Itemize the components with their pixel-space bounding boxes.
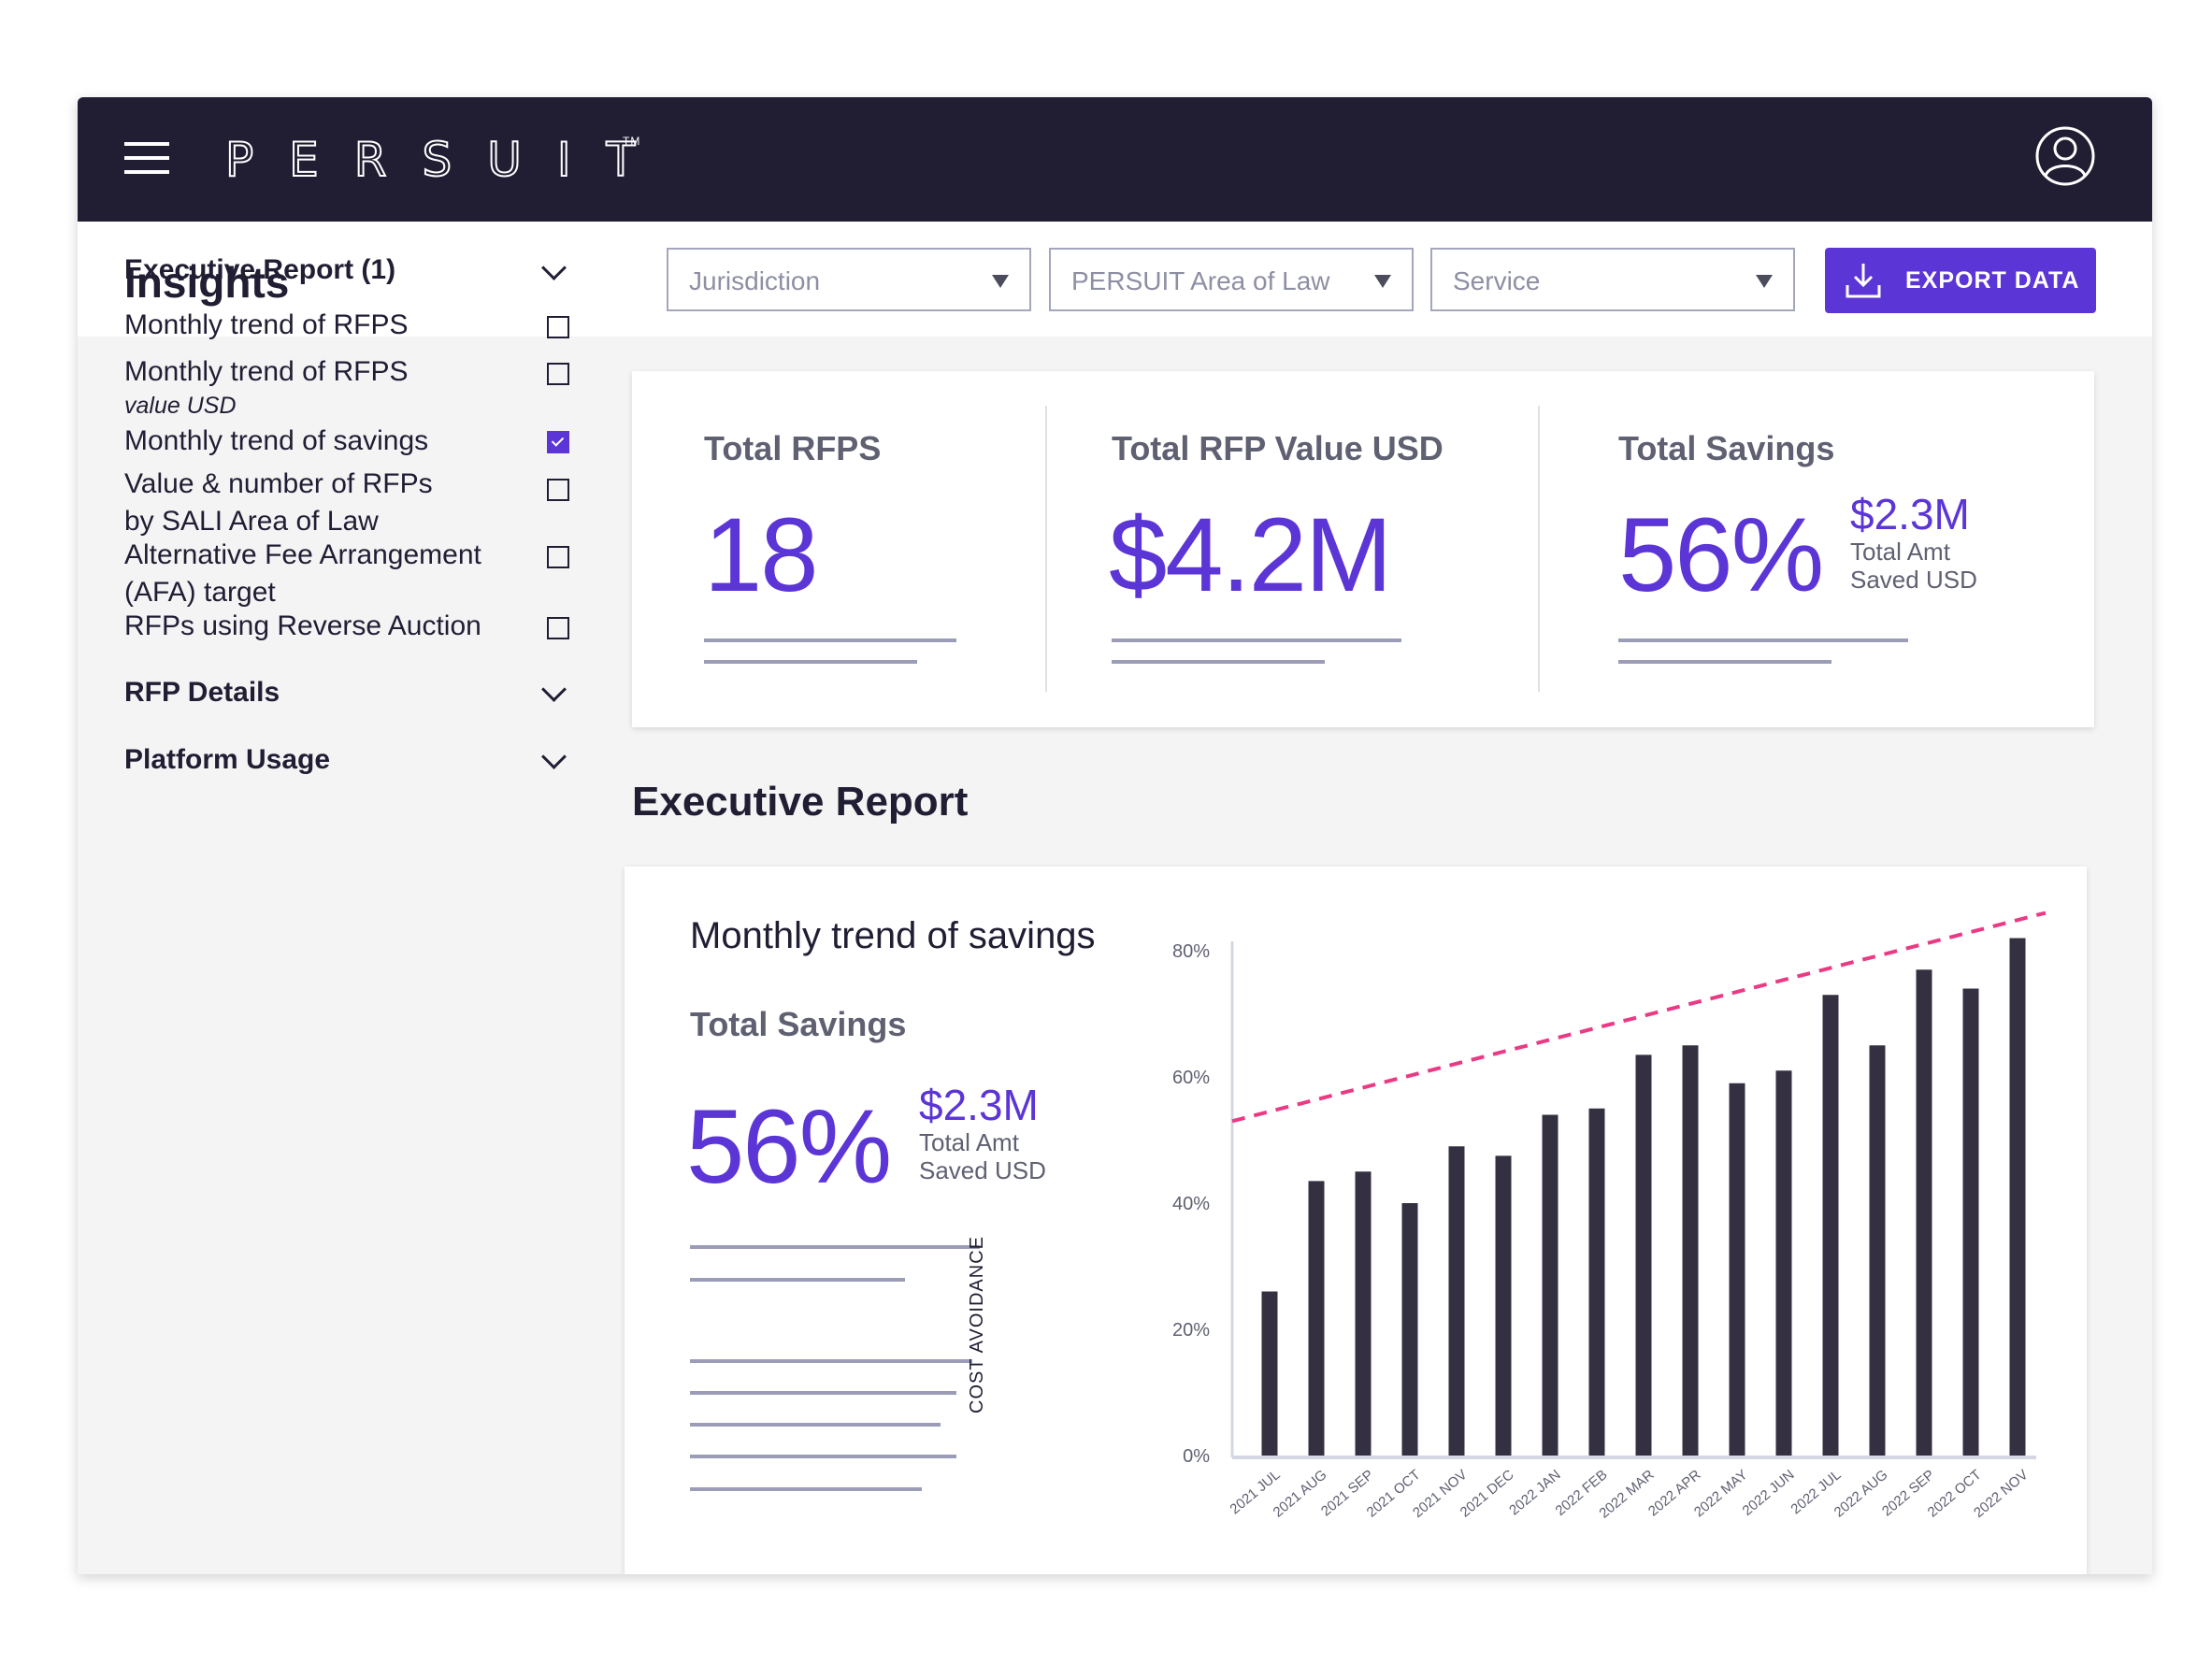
trademark-mark: TM <box>623 135 641 148</box>
app-window: PERSUIT TM Insights Jurisdiction PERSUIT… <box>78 97 2152 1574</box>
kpi-title: Total RFPS <box>704 429 882 467</box>
bar <box>2009 938 2026 1456</box>
bar <box>1682 1045 1699 1456</box>
bar <box>1261 1291 1278 1456</box>
savings-bar-chart: COST AVOIDANCE 0% 20% 40% 60% 80% 2021 JUL20… <box>967 911 2047 1522</box>
sidebar-section-rfp-details[interactable]: RFP Details <box>124 677 280 709</box>
sidebar-item-monthly-trend-rfps-value[interactable]: Monthly trend of RFPS value USD <box>124 353 517 421</box>
sidebar-item-label: Value & number of RFPs by SALI Area of L… <box>124 468 433 537</box>
placeholder-line <box>704 638 956 642</box>
kpi-value: 18 <box>704 496 819 613</box>
checkbox-reverse-auction[interactable] <box>547 617 569 639</box>
bar <box>1588 1108 1605 1456</box>
bar <box>1822 995 1839 1456</box>
sidebar-item-afa-target[interactable]: Alternative Fee Arrangement (AFA) target <box>124 537 508 611</box>
y-axis-ticks: 0% 20% 40% 60% 80% <box>1172 941 1210 1467</box>
kpi-divider <box>1045 406 1047 692</box>
service-dropdown[interactable]: Service <box>1430 248 1795 311</box>
bar <box>1635 1054 1652 1456</box>
area-of-law-dropdown[interactable]: PERSUIT Area of Law <box>1049 248 1414 311</box>
sidebar-section-executive-report[interactable]: Executive Report (1) <box>124 254 395 286</box>
y-tick-label: 0% <box>1183 1446 1210 1467</box>
y-tick-label: 20% <box>1172 1320 1210 1341</box>
y-tick-label: 80% <box>1172 941 1210 962</box>
bar <box>1869 1045 1886 1456</box>
kpi-value: 56% <box>1618 496 1824 613</box>
kpi-title: Total Savings <box>1618 429 1835 467</box>
sidebar-item-monthly-trend-rfps[interactable]: Monthly trend of RFPS <box>124 307 517 344</box>
y-tick-label: 40% <box>1172 1194 1210 1214</box>
section-heading-executive-report: Executive Report <box>632 779 969 825</box>
sidebar-item-label: RFPs using Reverse Auction <box>124 610 481 641</box>
bar <box>1542 1114 1558 1456</box>
bar <box>1775 1070 1792 1456</box>
user-account-icon[interactable] <box>2034 125 2096 187</box>
persuit-logo: PERSUIT <box>224 132 671 188</box>
kpi-savings-amount: $2.3M Total Amt Saved USD <box>1850 491 1977 594</box>
chevron-down-icon[interactable] <box>541 744 567 769</box>
sidebar-item-sublabel: value USD <box>124 393 237 419</box>
caret-down-icon <box>1756 275 1773 288</box>
y-tick-label: 60% <box>1172 1068 1210 1088</box>
placeholder-line <box>1618 660 1831 664</box>
savings-caption: Saved USD <box>1850 566 1977 594</box>
placeholder-line <box>1112 638 1401 642</box>
placeholder-line <box>1112 660 1325 664</box>
kpi-title: Total RFP Value USD <box>1112 429 1444 467</box>
bar <box>1916 969 1932 1456</box>
x-axis-ticks: 2021 JUL2021 AUG2021 SEP2021 OCT2021 NOV… <box>1227 1467 2031 1522</box>
x-tick-label: 2022 JUN <box>1740 1467 1798 1519</box>
bar <box>1495 1155 1512 1456</box>
sidebar-item-value-number-sali[interactable]: Value & number of RFPs by SALI Area of L… <box>124 466 442 540</box>
sidebar-item-label: Monthly trend of RFPS <box>124 356 409 387</box>
sidebar-item-label: Alternative Fee Arrangement (AFA) target <box>124 539 481 608</box>
bar <box>1308 1181 1325 1456</box>
sidebar-item-label: Monthly trend of savings <box>124 425 429 456</box>
placeholder-line <box>1618 638 1908 642</box>
sidebar-section-platform-usage[interactable]: Platform Usage <box>124 744 330 776</box>
y-axis-title: COST AVOIDANCE <box>967 1236 987 1413</box>
caret-down-icon <box>1374 275 1391 288</box>
checkbox-monthly-trend-rfps[interactable] <box>547 316 569 338</box>
bars <box>1261 938 2026 1456</box>
placeholder-line <box>704 660 917 664</box>
savings-amount: $2.3M <box>1850 490 1970 538</box>
sidebar-item-label: Monthly trend of RFPS <box>124 309 409 340</box>
kpi-summary-card: Total RFPS 18 Total RFP Value USD $4.2M … <box>632 371 2094 727</box>
kpi-value: $4.2M <box>1109 496 1392 613</box>
chevron-down-icon[interactable] <box>541 677 567 702</box>
jurisdiction-dropdown-label: Jurisdiction <box>689 266 821 295</box>
monthly-savings-card: Monthly trend of savings Total Savings 5… <box>625 867 2087 1574</box>
bar <box>1729 1083 1745 1456</box>
bar <box>1962 988 1979 1456</box>
jurisdiction-dropdown[interactable]: Jurisdiction <box>667 248 1031 311</box>
checkbox-value-number-sali[interactable] <box>547 479 569 501</box>
export-data-label: EXPORT DATA <box>1905 267 2080 294</box>
savings-caption: Total Amt <box>1850 538 1950 566</box>
hamburger-menu-icon[interactable] <box>124 142 169 174</box>
bar <box>1448 1146 1465 1456</box>
checkbox-monthly-trend-savings[interactable] <box>547 431 569 453</box>
bar <box>1401 1203 1418 1456</box>
checkbox-monthly-trend-rfps-value[interactable] <box>547 363 569 385</box>
service-dropdown-label: Service <box>1453 266 1541 295</box>
checkbox-afa-target[interactable] <box>547 546 569 568</box>
export-data-button[interactable]: EXPORT DATA <box>1825 248 2096 313</box>
download-icon <box>1846 264 1881 298</box>
sidebar-item-monthly-trend-savings[interactable]: Monthly trend of savings <box>124 423 517 460</box>
caret-down-icon <box>992 275 1009 288</box>
top-navigation-bar: PERSUIT TM <box>78 97 2152 222</box>
sidebar-item-reverse-auction[interactable]: RFPs using Reverse Auction <box>124 608 517 645</box>
kpi-divider <box>1538 406 1540 692</box>
area-of-law-dropdown-label: PERSUIT Area of Law <box>1071 266 1330 295</box>
bar <box>1355 1171 1372 1456</box>
